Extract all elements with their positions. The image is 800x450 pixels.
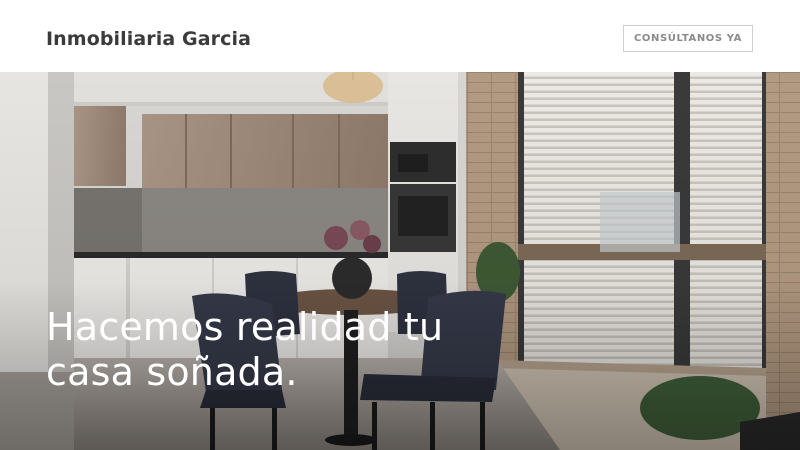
- hero-headline: Hacemos realidad tu casa soñada.: [46, 305, 443, 395]
- brand-logo-text[interactable]: Inmobiliaria Garcia: [46, 28, 251, 50]
- hero-headline-line-1: Hacemos realidad tu: [46, 305, 444, 349]
- hero-section: Hacemos realidad tu casa soñada.: [0, 72, 800, 450]
- hero-headline-line-2: casa soñada.: [46, 350, 298, 394]
- contact-us-button[interactable]: CONSÚLTANOS YA: [623, 25, 753, 52]
- site-header: Inmobiliaria Garcia CONSÚLTANOS YA: [0, 0, 800, 72]
